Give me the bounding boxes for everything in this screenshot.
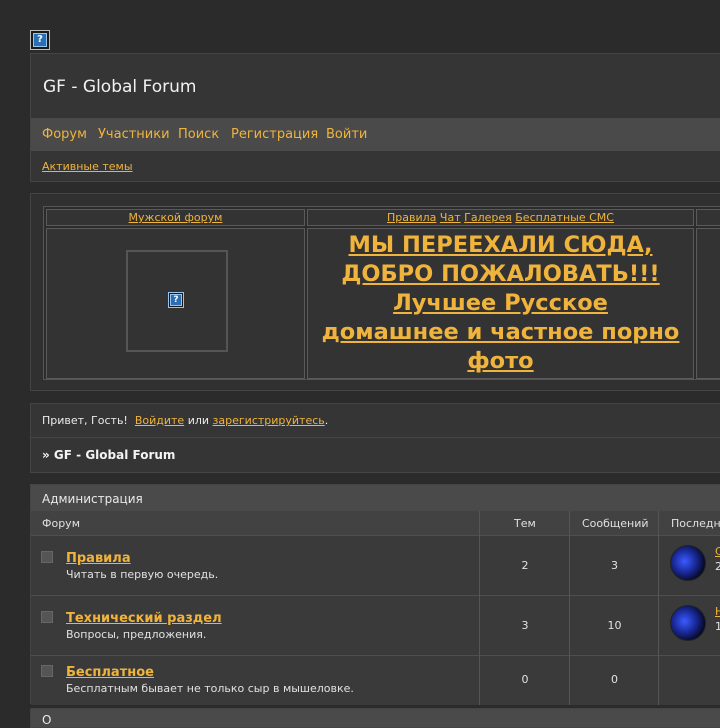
free-sms-link[interactable]: Бесплатные СМС	[515, 211, 614, 224]
nav-forum[interactable]: Форум	[42, 127, 87, 142]
category-administration: Администрация Форум Тем Сообщений Послед…	[30, 484, 720, 705]
site-title: GF - Global Forum	[43, 77, 197, 97]
last-post-meta: 1	[715, 620, 720, 633]
gallery-link[interactable]: Галерея	[464, 211, 512, 224]
last-post-meta: 2	[715, 560, 720, 573]
greeting-text: Привет, Гость!	[42, 414, 128, 427]
topics-count: 2	[521, 559, 529, 572]
col-forum: Форум	[42, 517, 80, 530]
divider	[658, 511, 659, 705]
active-topics-link[interactable]: Активные темы	[42, 160, 133, 173]
col-posts: Сообщений	[582, 517, 649, 530]
posts-count: 3	[611, 559, 618, 572]
divider	[479, 511, 480, 705]
greeting-or: или	[187, 414, 210, 427]
forum-row-rules: Правила Читать в первую очередь. 2 3 С 2	[31, 535, 720, 595]
nav-register[interactable]: Регистрация	[231, 127, 318, 142]
banner-image-cell: ?	[46, 228, 305, 379]
promo-link[interactable]: МЫ ПЕРЕЕХАЛИ СЮДА, ДОБРО ПОЖАЛОВАТЬ!!! Л…	[308, 231, 693, 376]
category-header-next: О	[30, 708, 720, 728]
category-header: Администрация	[31, 485, 720, 511]
divider	[31, 437, 720, 438]
promo-line: домашнее и частное порно	[321, 319, 680, 345]
chat-link[interactable]: Чат	[440, 211, 461, 224]
register-link[interactable]: зарегистрируйтесь	[213, 414, 325, 427]
guest-greeting: Привет, Гость! Войдите или зарегистрируй…	[42, 414, 328, 427]
topics-count: 3	[521, 619, 529, 632]
forum-row-technical: Технический раздел Вопросы, предложения.…	[31, 595, 720, 655]
promo-line: МЫ ПЕРЕЕХАЛИ СЮДА,	[348, 232, 653, 258]
mens-forum-link[interactable]: Мужской форум	[129, 211, 223, 224]
banner-block: Мужской форум Правила Чат Галерея Беспла…	[30, 193, 720, 391]
last-post-link[interactable]: С	[715, 545, 720, 558]
promo-line: ДОБРО ПОЖАЛОВАТЬ!!!	[341, 261, 660, 287]
category-title[interactable]: О	[42, 713, 51, 727]
forum-description: Читать в первую очередь.	[66, 568, 219, 581]
nav-search[interactable]: Поиск	[178, 127, 219, 142]
main-navbar: Форум Участники Поиск Регистрация Войти	[31, 118, 720, 151]
greeting-period: .	[324, 414, 329, 427]
banner-table: Мужской форум Правила Чат Галерея Беспла…	[43, 206, 720, 380]
forum-status-icon	[41, 611, 53, 623]
topics-count: 0	[521, 673, 529, 686]
broken-image-icon: ?	[30, 30, 50, 50]
last-post-link[interactable]: Н	[715, 605, 720, 618]
banner-links-cell: Правила Чат Галерея Бесплатные СМС	[307, 209, 694, 226]
banner-mens-cell: Мужской форум	[46, 209, 305, 226]
login-link[interactable]: Войдите	[135, 414, 184, 427]
greeting-block: Привет, Гость! Войдите или зарегистрируй…	[30, 403, 720, 473]
banner-promo-cell: МЫ ПЕРЕЕХАЛИ СЮДА, ДОБРО ПОЖАЛОВАТЬ!!! Л…	[307, 228, 694, 379]
promo-line: фото	[467, 348, 534, 374]
user-avatar[interactable]	[670, 605, 706, 641]
nav-members[interactable]: Участники	[98, 127, 170, 142]
col-topics: Тем	[514, 517, 536, 530]
forum-row-free: Бесплатное Бесплатным бывает не только с…	[31, 655, 720, 705]
posts-count: 10	[607, 619, 622, 632]
breadcrumb: » GF - Global Forum	[42, 448, 176, 462]
forum-description: Вопросы, предложения.	[66, 628, 207, 641]
divider	[569, 511, 570, 705]
banner-image-frame[interactable]: ?	[126, 250, 228, 352]
column-headers: Форум Тем Сообщений Последн	[31, 511, 720, 535]
forum-status-icon	[41, 665, 53, 677]
col-last-post: Последн	[671, 517, 720, 530]
broken-image-icon: ?	[168, 292, 184, 308]
forum-description: Бесплатным бывает не только сыр в мышело…	[66, 682, 354, 695]
forum-title-free[interactable]: Бесплатное	[66, 665, 154, 680]
category-title[interactable]: Администрация	[42, 492, 143, 506]
rules-link[interactable]: Правила	[387, 211, 436, 224]
nav-login[interactable]: Войти	[326, 127, 367, 142]
user-avatar[interactable]	[670, 545, 706, 581]
promo-line: Лучшее Русское	[393, 290, 608, 316]
banner-right-cell	[696, 228, 720, 379]
forum-status-icon	[41, 551, 53, 563]
forum-title-technical[interactable]: Технический раздел	[66, 611, 222, 626]
forum-title-rules[interactable]: Правила	[66, 551, 131, 566]
forum-header: GF - Global Forum Форум Участники Поиск …	[30, 53, 720, 182]
banner-right-head-cell	[696, 209, 720, 226]
posts-count: 0	[611, 673, 618, 686]
